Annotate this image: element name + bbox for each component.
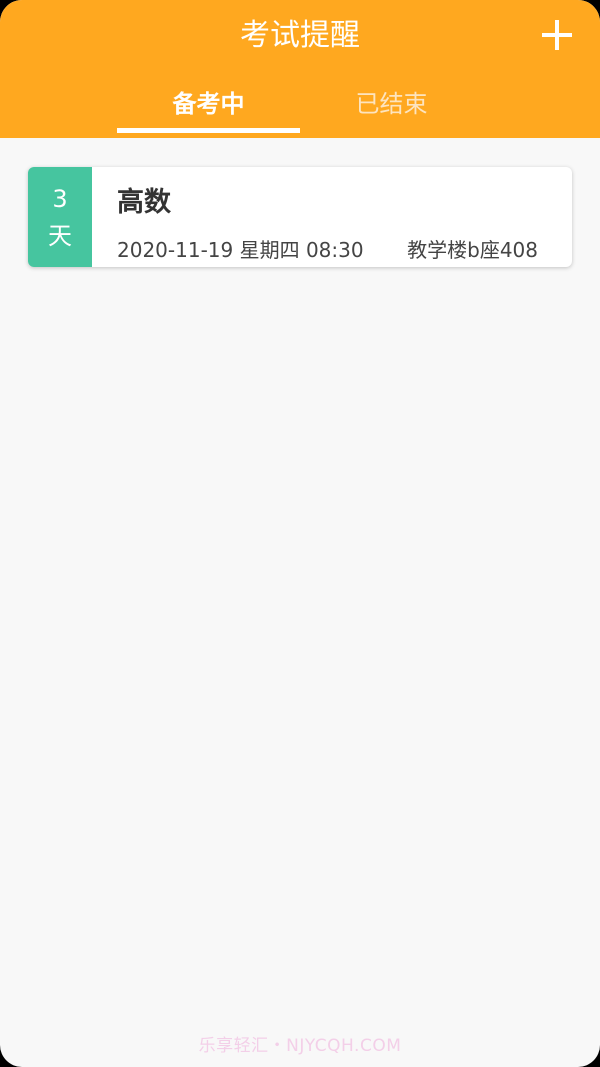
tab-finished[interactable]: 已结束 bbox=[300, 86, 483, 122]
plus-icon bbox=[542, 20, 572, 50]
tab-preparing[interactable]: 备考中 bbox=[117, 86, 300, 122]
exam-card[interactable]: 3 天 高数 2020-11-19 星期四 08:30 教学楼b座408 bbox=[28, 167, 572, 267]
days-left-count: 3 bbox=[52, 185, 68, 213]
add-exam-button[interactable] bbox=[538, 16, 576, 54]
exam-location: 教学楼b座408 bbox=[407, 238, 538, 262]
days-left-badge: 3 天 bbox=[28, 167, 92, 267]
top-app-bar: 考试提醒 备考中 已结束 bbox=[0, 0, 600, 138]
days-left-unit: 天 bbox=[48, 222, 72, 250]
page-title: 考试提醒 bbox=[240, 18, 360, 53]
active-tab-indicator bbox=[117, 128, 300, 133]
watermark-text: 乐享轻汇・NJYCQH.COM bbox=[198, 1036, 402, 1056]
exam-subject: 高数 bbox=[117, 187, 171, 218]
app-screen: 考试提醒 备考中 已结束 3 天 高数 2020-11-19 星期四 08:30… bbox=[0, 0, 600, 1067]
exam-datetime: 2020-11-19 星期四 08:30 bbox=[117, 238, 364, 262]
